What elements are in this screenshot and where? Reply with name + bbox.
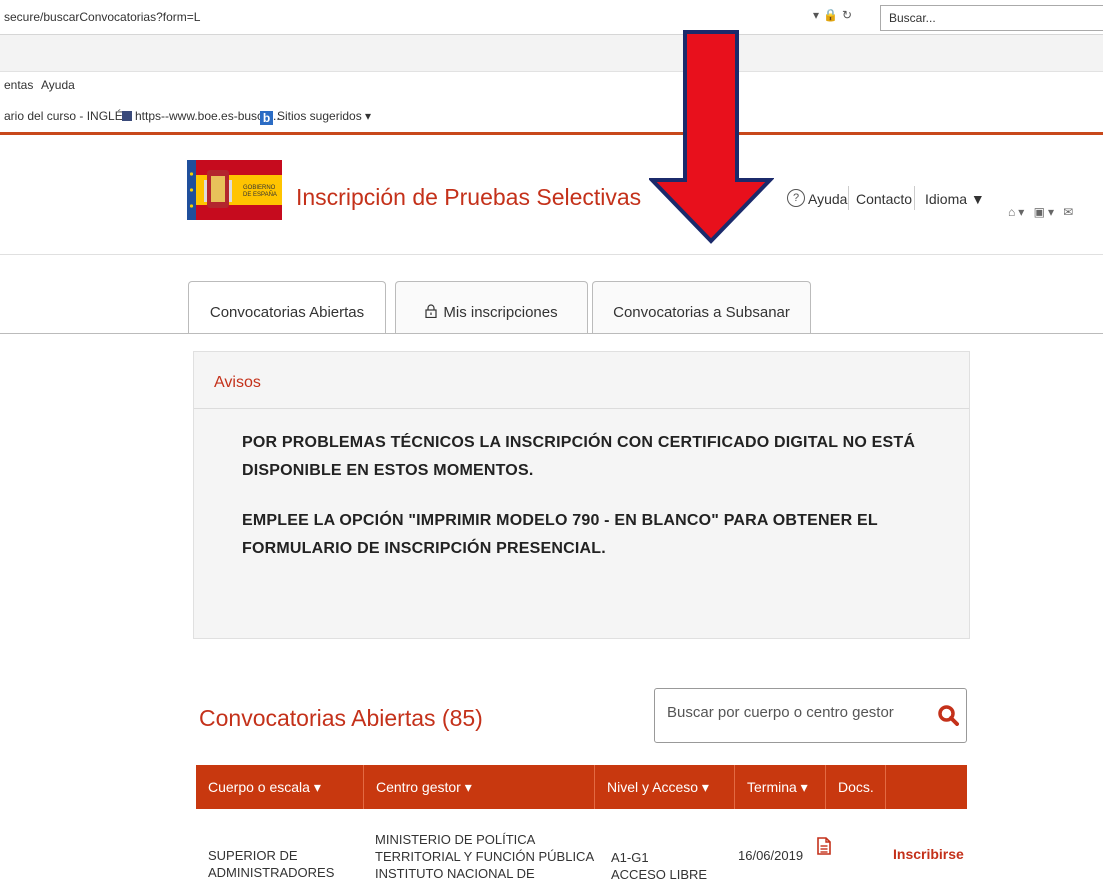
search-icon[interactable] <box>937 704 959 726</box>
header-separator <box>914 186 915 210</box>
tab-convocatorias-abiertas[interactable]: Convocatorias Abiertas <box>188 281 386 334</box>
red-arrow-annotation <box>649 30 774 244</box>
cell-nivel: A1-G1 ACCESO LIBRE <box>611 850 708 882</box>
cell-termina: 16/06/2019 <box>738 848 804 863</box>
avisos-title: Avisos <box>214 374 261 391</box>
table-header: Cuerpo o escala ▾ Centro gestor ▾ Nivel … <box>196 765 967 809</box>
favorite-suggested-sites[interactable]: b Sitios sugeridos ▾ <box>260 109 371 125</box>
column-centro[interactable]: Centro gestor ▾ <box>364 765 595 809</box>
help-icon[interactable]: ? <box>787 189 805 207</box>
menu-item-help[interactable]: Ayuda <box>41 78 75 92</box>
avisos-header: Avisos <box>194 352 969 409</box>
address-bar[interactable]: secure/buscarConvocatorias?form=L ▾🔒↻ Bu… <box>0 0 1103 35</box>
help-link[interactable]: Ayuda <box>808 191 847 207</box>
favorites-bar: ario del curso - INGLÉ... https--www.boe… <box>0 97 1103 219</box>
list-title: Convocatorias Abiertas (85) <box>199 705 483 731</box>
avisos-panel: Avisos POR PROBLEMAS TÉCNICOS LA INSCRIP… <box>193 351 970 639</box>
boe-icon <box>122 111 132 121</box>
cell-centro: MINISTERIO DE POLÍTICA TERRITORIAL Y FUN… <box>375 832 595 881</box>
menu-item-tools[interactable]: entas <box>4 78 33 92</box>
column-termina[interactable]: Termina ▾ <box>735 765 826 809</box>
browser-search-placeholder: Buscar... <box>889 11 936 25</box>
browser-search-box[interactable]: Buscar... <box>880 5 1103 31</box>
tab-mis-inscripciones[interactable]: Mis inscripciones <box>395 281 588 334</box>
notice-modelo-790: EMPLEE LA OPCIÓN "IMPRIMIR MODELO 790 - … <box>242 512 878 557</box>
address-controls[interactable]: ▾🔒↻ <box>813 8 856 22</box>
site-title[interactable]: Inscripción de Pruebas Selectivas <box>296 184 641 211</box>
browser-tab-strip <box>0 35 1103 72</box>
contact-link[interactable]: Contacto <box>856 191 912 207</box>
toolbar-divider <box>0 132 1103 135</box>
favorite-boe[interactable]: https--www.boe.es-busca... <box>122 109 280 123</box>
logo-text-line1: GOBIERNO <box>243 185 276 191</box>
column-docs: Docs. <box>826 765 886 809</box>
search-box[interactable] <box>654 688 967 743</box>
lock-icon <box>425 304 437 319</box>
column-action <box>886 765 967 809</box>
favorite-course[interactable]: ario del curso - INGLÉ... <box>4 109 133 123</box>
bing-icon: b <box>260 111 273 125</box>
tab-convocatorias-subsanar[interactable]: Convocatorias a Subsanar <box>592 281 811 334</box>
home-feeds-icons[interactable]: ⌂▾ ▣▾ ✉ <box>1008 205 1076 219</box>
gobierno-logo: GOBIERNO DE ESPAÑA <box>187 160 282 220</box>
column-nivel[interactable]: Nivel y Acceso ▾ <box>595 765 735 809</box>
header-separator <box>848 186 849 210</box>
header-divider <box>0 254 1103 255</box>
language-dropdown[interactable]: Idioma ▼ <box>925 191 985 207</box>
document-icon[interactable] <box>817 837 831 855</box>
logo-text-line2: DE ESPAÑA <box>243 191 277 198</box>
url-text[interactable]: secure/buscarConvocatorias?form=L <box>4 10 200 24</box>
inscribirse-link[interactable]: Inscribirse <box>893 846 964 862</box>
notice-certificate: POR PROBLEMAS TÉCNICOS LA INSCRIPCIÓN CO… <box>242 434 916 479</box>
tabs-baseline <box>0 333 1103 334</box>
cell-cuerpo: SUPERIOR DE ADMINISTRADORES <box>208 848 335 880</box>
column-cuerpo[interactable]: Cuerpo o escala ▾ <box>196 765 364 809</box>
search-input[interactable] <box>665 703 919 722</box>
menu-bar: entas Ayuda <box>0 72 1103 96</box>
